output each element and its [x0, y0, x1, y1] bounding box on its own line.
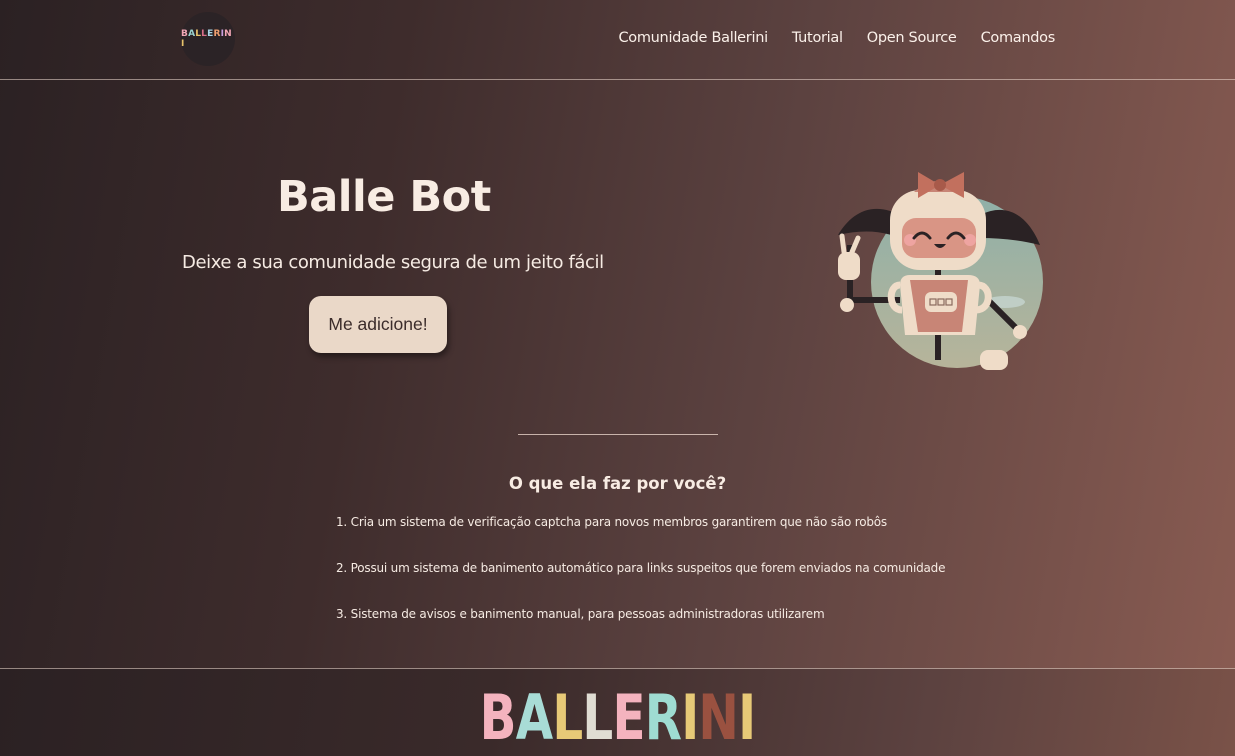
footer-brand-letter: A	[515, 681, 553, 754]
features-title: O que ela faz por você?	[508, 474, 727, 493]
nav-link-comandos[interactable]: Comandos	[981, 30, 1056, 46]
footer-brand-letter: B	[479, 681, 517, 754]
feature-item: 3. Sistema de avisos e banimento manual,…	[336, 607, 825, 621]
logo-letter: I	[181, 39, 185, 49]
footer-brand-letter: R	[644, 681, 682, 754]
add-bot-button[interactable]: Me adicione!	[309, 296, 447, 353]
hero-title: Balle Bot	[277, 172, 491, 222]
features-list: 1. Cria um sistema de verificação captch…	[336, 513, 945, 651]
section-divider	[518, 434, 718, 435]
ballerini-logo[interactable]: BALLERINI	[181, 12, 235, 66]
footer-brand-letter: E	[612, 681, 645, 754]
nav-link-comunidade[interactable]: Comunidade Ballerini	[618, 30, 768, 46]
footer-brand-letter: I	[681, 681, 699, 754]
footer-brand-letter: L	[552, 681, 583, 754]
nav-links: Comunidade Ballerini Tutorial Open Sourc…	[618, 30, 1055, 46]
feature-item: 2. Possui um sistema de banimento automá…	[336, 561, 946, 575]
nav-link-tutorial[interactable]: Tutorial	[792, 30, 843, 46]
feature-item: 1. Cria um sistema de verificação captch…	[336, 515, 887, 529]
footer-brand-wordmark: BALLERINI	[136, 683, 1099, 753]
footer-brand-letter: I	[738, 681, 756, 754]
footer-brand-letter: L	[582, 681, 613, 754]
footer: BALLERINI	[0, 668, 1235, 756]
hero-subtitle: Deixe a sua comunidade segura de um jeit…	[182, 252, 604, 273]
logo-letter: A	[188, 29, 196, 39]
logo-letter: B	[181, 29, 189, 39]
nav-link-open-source[interactable]: Open Source	[867, 30, 957, 46]
navbar: BALLERINI Comunidade Ballerini Tutorial …	[0, 0, 1235, 80]
logo-wordmark: BALLERINI	[181, 29, 235, 49]
logo-letter: R	[213, 29, 221, 39]
footer-brand-letter: N	[698, 681, 739, 754]
robot-mascot-illustration	[838, 172, 1043, 370]
logo-letter: N	[224, 29, 232, 39]
